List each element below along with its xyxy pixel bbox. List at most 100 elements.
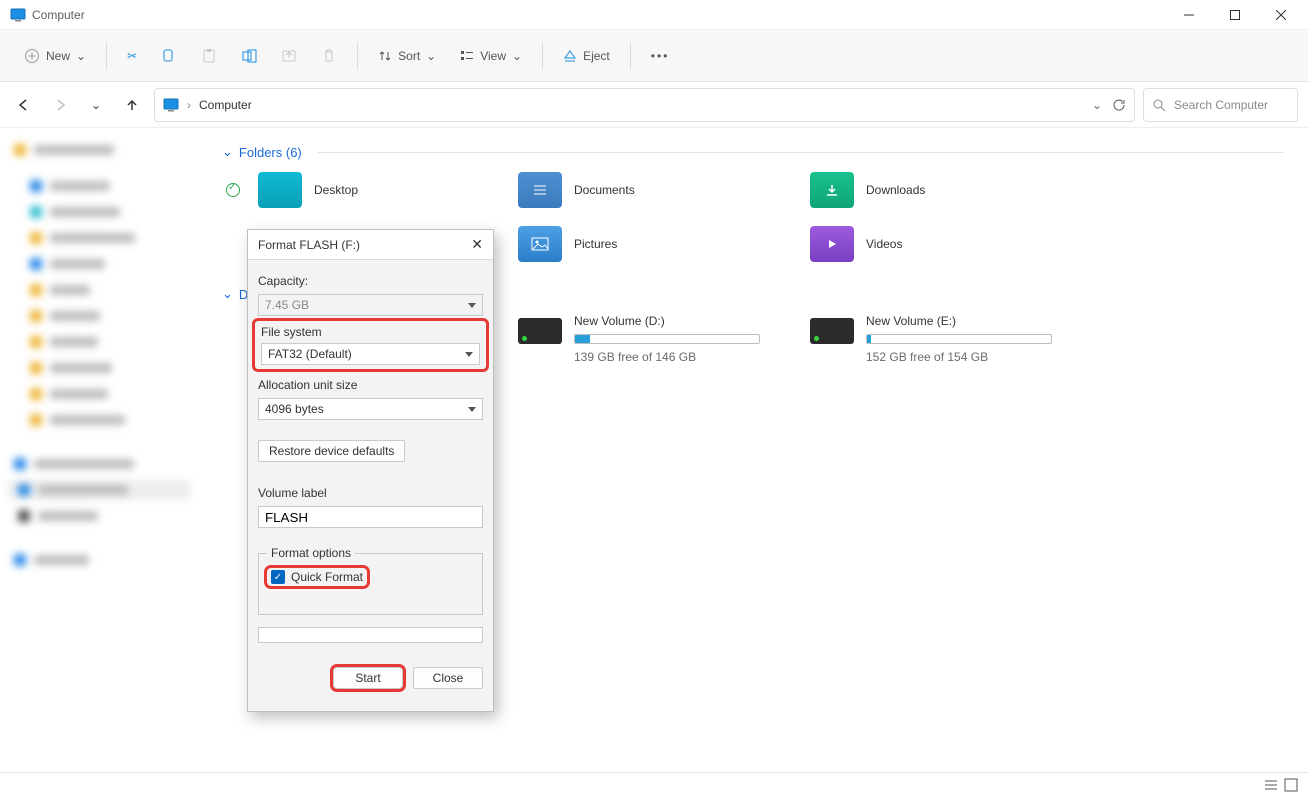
capacity-select[interactable]: 7.45 GB (258, 294, 483, 316)
close-button[interactable]: Close (413, 667, 483, 689)
filesystem-highlight: File system FAT32 (Default) (252, 318, 489, 372)
address-bar[interactable]: › Computer ⌄ (154, 88, 1135, 122)
quick-format-checkbox[interactable]: ✓ Quick Format (267, 568, 367, 586)
drive-d[interactable]: New Volume (D:) 139 GB free of 146 GB (514, 310, 794, 368)
chevron-down-icon: ⌄ (512, 49, 522, 63)
search-placeholder: Search Computer (1174, 98, 1268, 112)
folders-header[interactable]: ⌄ Folders (6) (222, 144, 1284, 160)
maximize-button[interactable] (1212, 0, 1258, 30)
dialog-title-bar[interactable]: Format FLASH (F:) ✕ (248, 230, 493, 260)
eject-icon (563, 49, 577, 63)
sync-icon (226, 183, 240, 197)
new-label: New (46, 49, 70, 63)
search-box[interactable]: Search Computer (1143, 88, 1298, 122)
format-options-label: Format options (267, 546, 355, 560)
eject-button[interactable]: Eject (553, 39, 620, 73)
up-button[interactable] (118, 91, 146, 119)
separator (357, 42, 358, 70)
rename-button[interactable] (231, 39, 267, 73)
status-bar (0, 772, 1308, 796)
view-icon (460, 49, 474, 63)
new-button[interactable]: New ⌄ (14, 39, 96, 73)
eject-label: Eject (583, 49, 610, 63)
format-dialog: Format FLASH (F:) ✕ Capacity: 7.45 GB Fi… (247, 229, 494, 712)
drive-e[interactable]: New Volume (E:) 152 GB free of 154 GB (806, 310, 1086, 368)
folder-label: Documents (574, 183, 635, 197)
copy-button[interactable] (151, 39, 187, 73)
folder-desktop[interactable]: Desktop (222, 168, 502, 212)
filesystem-select[interactable]: FAT32 (Default) (261, 343, 480, 365)
chevron-down-icon: ⌄ (222, 286, 233, 302)
share-button[interactable] (271, 39, 307, 73)
allocation-value: 4096 bytes (265, 402, 324, 416)
allocation-select[interactable]: 4096 bytes (258, 398, 483, 420)
chevron-down-icon: ⌄ (76, 49, 86, 63)
format-progress (258, 627, 483, 643)
drive-label: New Volume (D:) (574, 314, 760, 328)
sidebar-item[interactable] (8, 306, 190, 326)
sidebar-item-selected[interactable] (8, 480, 190, 500)
view-label: View (480, 49, 506, 63)
scissors-icon: ✂ (127, 49, 137, 63)
folder-label: Videos (866, 237, 902, 251)
drive-icon (810, 318, 854, 344)
sidebar-item[interactable] (8, 410, 190, 430)
minimize-button[interactable] (1166, 0, 1212, 30)
breadcrumb-root[interactable]: Computer (199, 98, 252, 112)
folder-pictures[interactable]: Pictures (514, 222, 794, 266)
back-button[interactable] (10, 91, 38, 119)
refresh-icon[interactable] (1112, 98, 1126, 112)
capacity-label: Capacity: (258, 274, 483, 288)
sidebar-item[interactable] (8, 384, 190, 404)
more-icon: ••• (651, 49, 670, 63)
chevron-down-icon[interactable]: ⌄ (1092, 98, 1102, 112)
sidebar-item[interactable] (8, 140, 190, 160)
restore-defaults-button[interactable]: Restore device defaults (258, 440, 405, 462)
sidebar-item[interactable] (8, 506, 190, 526)
sort-icon (378, 49, 392, 63)
folder-downloads[interactable]: Downloads (806, 168, 1086, 212)
sidebar-item[interactable] (8, 228, 190, 248)
recent-button[interactable]: ⌄ (82, 91, 110, 119)
capacity-value: 7.45 GB (265, 298, 309, 312)
title-bar: Computer (0, 0, 1308, 30)
folder-icon (518, 226, 562, 262)
folder-icon (810, 172, 854, 208)
toolbar: New ⌄ ✂ Sort ⌄ View ⌄ Eject ••• (0, 30, 1308, 82)
sidebar-item[interactable] (8, 550, 190, 570)
filesystem-value: FAT32 (Default) (268, 347, 352, 361)
computer-icon (163, 97, 179, 113)
chevron-down-icon: ⌄ (426, 49, 436, 63)
folder-documents[interactable]: Documents (514, 168, 794, 212)
close-window-button[interactable] (1258, 0, 1304, 30)
sidebar-item[interactable] (8, 454, 190, 474)
details-view-icon[interactable] (1264, 778, 1278, 792)
folder-videos[interactable]: Videos (806, 222, 1086, 266)
sort-label: Sort (398, 49, 420, 63)
sidebar-item[interactable] (8, 332, 190, 352)
view-button[interactable]: View ⌄ (450, 39, 532, 73)
sidebar-item[interactable] (8, 176, 190, 196)
close-icon[interactable]: ✕ (471, 236, 483, 253)
volume-label-label: Volume label (258, 486, 483, 500)
more-button[interactable]: ••• (641, 39, 680, 73)
drive-free: 139 GB free of 146 GB (574, 350, 760, 364)
trash-icon (321, 48, 337, 64)
search-icon (1152, 98, 1166, 112)
drive-label: New Volume (E:) (866, 314, 1052, 328)
start-button[interactable]: Start (333, 667, 403, 689)
sort-button[interactable]: Sort ⌄ (368, 39, 446, 73)
volume-label-input[interactable] (258, 506, 483, 528)
sidebar-item[interactable] (8, 358, 190, 378)
plus-circle-icon (24, 48, 40, 64)
cut-button[interactable]: ✂ (117, 39, 147, 73)
paste-button[interactable] (191, 39, 227, 73)
forward-button[interactable] (46, 91, 74, 119)
sidebar-item[interactable] (8, 254, 190, 274)
sidebar-item[interactable] (8, 280, 190, 300)
sidebar-item[interactable] (8, 202, 190, 222)
delete-button[interactable] (311, 39, 347, 73)
filesystem-label: File system (261, 325, 322, 339)
nav-row: ⌄ › Computer ⌄ Search Computer (0, 82, 1308, 128)
thumbnails-view-icon[interactable] (1284, 778, 1298, 792)
